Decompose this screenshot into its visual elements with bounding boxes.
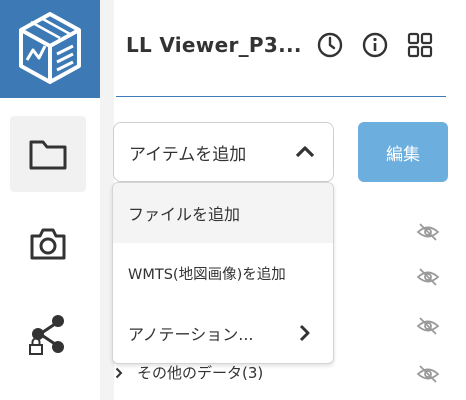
menu-item-label: ファイルを追加 [128, 205, 241, 224]
camera-icon [30, 228, 66, 260]
apps-button[interactable] [405, 30, 435, 60]
grid-icon [407, 32, 433, 58]
add-item-label: アイテムを追加 [129, 144, 247, 165]
menu-item-annotation[interactable]: アノテーション... [113, 303, 333, 363]
logo-cube-icon [19, 12, 81, 84]
menu-item-label: WMTS(地図画像)を追加 [128, 266, 286, 283]
menu-item-label: アノテーション... [128, 325, 254, 344]
menu-item-add-file[interactable]: ファイルを追加 [113, 183, 333, 243]
visibility-off-icon[interactable] [416, 316, 440, 336]
visibility-off-icon[interactable] [416, 222, 440, 242]
add-item-dropdown[interactable]: アイテムを追加 [113, 122, 334, 182]
visibility-off-icon[interactable] [416, 267, 440, 287]
sidebar [0, 0, 100, 400]
info-button[interactable] [360, 30, 390, 60]
app-logo [0, 0, 100, 98]
chevron-right-icon [299, 324, 310, 342]
history-button[interactable] [315, 30, 345, 60]
folder-icon [29, 140, 67, 170]
header-divider [116, 96, 446, 97]
sidebar-item-camera[interactable] [10, 206, 86, 282]
share-lock-icon [29, 315, 64, 355]
menu-item-add-wmts[interactable]: WMTS(地図画像)を追加 [113, 243, 333, 303]
chevron-right-icon [115, 367, 123, 378]
clock-icon [317, 32, 343, 58]
visibility-off-icon[interactable] [416, 364, 440, 384]
add-item-menu: ファイルを追加 WMTS(地図画像)を追加 アノテーション... [112, 182, 334, 364]
list-item-label: その他のデータ(3) [137, 364, 264, 382]
chevron-up-icon [295, 146, 315, 158]
info-icon [362, 32, 388, 58]
list-item-other-data[interactable]: その他のデータ(3) [115, 362, 263, 383]
sidebar-item-share[interactable] [10, 296, 86, 372]
sidebar-item-files[interactable] [10, 116, 86, 192]
page-title: LL Viewer_P3... [126, 33, 302, 57]
edit-button[interactable]: 編集 [358, 122, 448, 182]
